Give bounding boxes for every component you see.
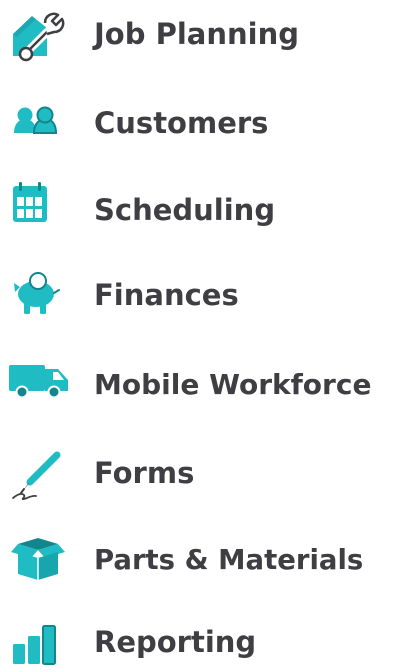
feature-label-finances: Finances	[94, 278, 239, 312]
feature-item-forms[interactable]: Forms	[0, 443, 420, 503]
piggy-bank-icon	[0, 265, 72, 325]
feature-item-customers[interactable]: Customers	[0, 93, 420, 153]
people-icon	[0, 93, 72, 153]
feature-label-forms: Forms	[94, 456, 195, 490]
feature-item-finances[interactable]: Finances	[0, 265, 420, 325]
feature-list: Job Planning Customers Scheduling Financ…	[0, 0, 420, 668]
van-icon	[0, 355, 72, 415]
feature-label-job-planning: Job Planning	[94, 17, 299, 51]
feature-label-customers: Customers	[94, 106, 269, 140]
box-icon	[0, 530, 72, 590]
feature-item-parts-materials[interactable]: Parts & Materials	[0, 530, 420, 590]
feature-item-scheduling[interactable]: Scheduling	[0, 180, 420, 240]
feature-item-mobile-workforce[interactable]: Mobile Workforce	[0, 355, 420, 415]
pen-signature-icon	[0, 443, 72, 503]
feature-item-reporting[interactable]: Reporting	[0, 612, 420, 672]
calendar-icon	[0, 180, 72, 240]
feature-label-reporting: Reporting	[94, 625, 257, 659]
feature-label-parts-materials: Parts & Materials	[94, 544, 364, 576]
feature-item-job-planning[interactable]: Job Planning	[0, 4, 420, 64]
feature-label-mobile-workforce: Mobile Workforce	[94, 368, 372, 401]
bar-chart-icon	[0, 612, 72, 672]
wrench-house-icon	[0, 4, 72, 64]
feature-label-scheduling: Scheduling	[94, 193, 276, 227]
